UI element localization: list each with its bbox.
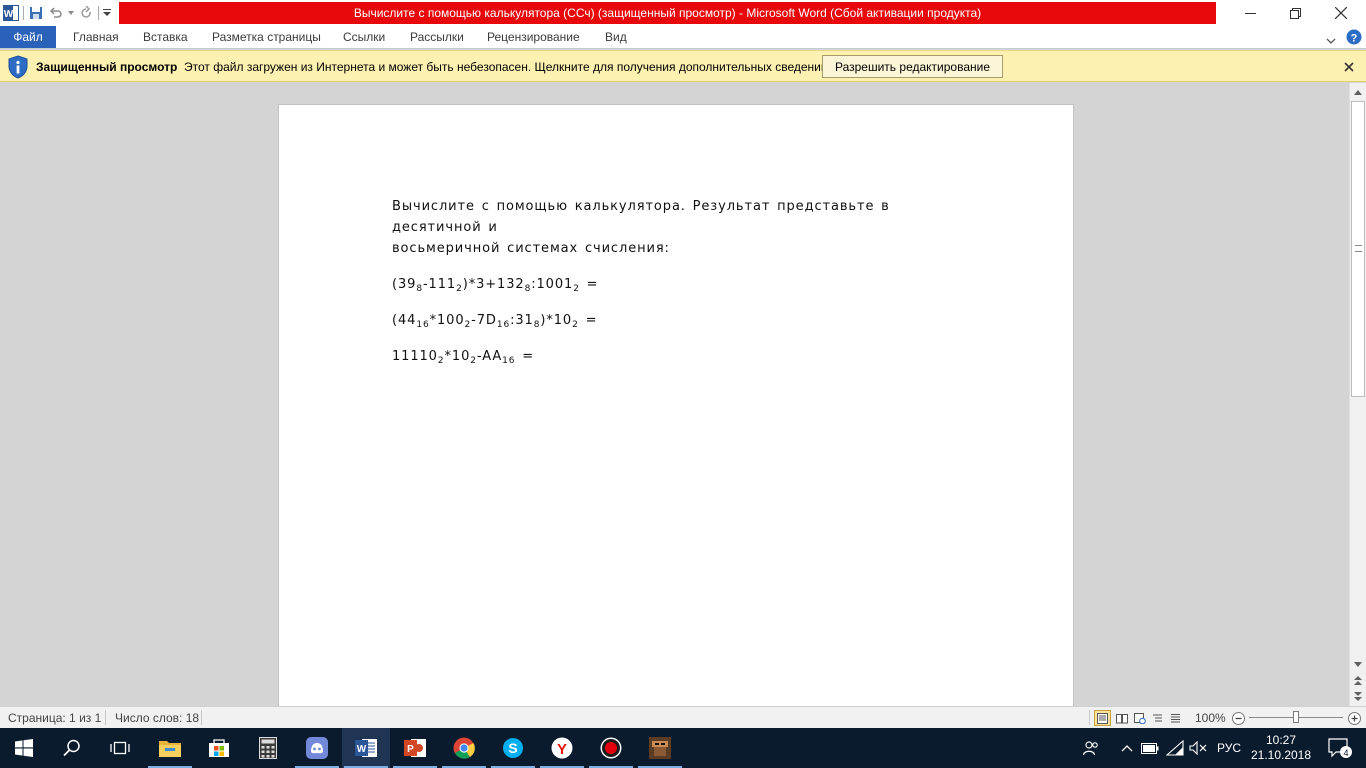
word-icon[interactable]: W — [342, 728, 390, 768]
shield-info-icon — [7, 55, 29, 79]
scrollbar-thumb[interactable] — [1351, 101, 1365, 397]
tab-mailings[interactable]: Рассылки — [410, 26, 464, 48]
expression-2: (4416*1002-7D16:318)*102 = — [392, 313, 598, 330]
instruction-line: Вычислите с помощью калькулятора. Резуль… — [392, 199, 890, 235]
close-button[interactable] — [1318, 0, 1364, 26]
ribbon-tabs: Файл Главная Вставка Разметка страницы С… — [0, 26, 1366, 49]
next-page-icon[interactable] — [1350, 689, 1366, 703]
quick-access-toolbar: W — [0, 0, 112, 26]
customize-qat-icon[interactable] — [102, 4, 112, 22]
clock-time: 10:27 — [1265, 733, 1297, 747]
instruction-line: восьмеричной системах счисления: — [392, 241, 670, 256]
previous-page-icon[interactable] — [1350, 673, 1366, 687]
undo-dropdown-icon[interactable] — [67, 4, 75, 22]
tab-page-layout[interactable]: Разметка страницы — [212, 26, 321, 48]
skype-icon[interactable]: S — [489, 728, 537, 768]
taskbar: W P S Y РУС 10:27 21.10.2018 4 — [0, 728, 1366, 768]
zoom-in-icon[interactable] — [1346, 710, 1362, 726]
chrome-icon[interactable] — [440, 728, 488, 768]
redo-icon[interactable] — [77, 4, 95, 22]
status-separator — [105, 710, 106, 725]
svg-text:S: S — [508, 740, 517, 756]
language-indicator[interactable]: РУС — [1214, 728, 1244, 768]
document-page[interactable]: Вычислите с помощью калькулятора. Резуль… — [278, 104, 1074, 706]
restore-button[interactable] — [1272, 0, 1318, 26]
full-screen-reading-icon[interactable] — [1113, 710, 1130, 726]
zoom-out-icon[interactable] — [1230, 710, 1246, 726]
protected-view-message[interactable]: Этот файл загружен из Интернета и может … — [184, 60, 831, 74]
protected-view-bar[interactable]: Защищенный просмотр Этот файл загружен и… — [0, 50, 1366, 82]
minimize-button[interactable] — [1227, 0, 1273, 26]
svg-text:P: P — [407, 744, 414, 755]
yandex-icon[interactable]: Y — [538, 728, 586, 768]
store-icon[interactable] — [195, 728, 243, 768]
web-layout-icon[interactable] — [1131, 710, 1148, 726]
tab-references[interactable]: Ссылки — [343, 26, 385, 48]
clock[interactable]: 10:27 21.10.2018 — [1250, 728, 1312, 768]
protected-view-title: Защищенный просмотр — [36, 60, 178, 74]
wifi-icon[interactable] — [1164, 728, 1186, 768]
scroll-down-icon[interactable] — [1350, 657, 1366, 671]
help-icon[interactable]: ? — [1346, 29, 1362, 45]
window-title: Вычислите с помощью калькулятора (ССч) (… — [119, 2, 1216, 24]
powerpoint-icon[interactable]: P — [391, 728, 439, 768]
clock-date: 21.10.2018 — [1250, 748, 1312, 762]
svg-text:Y: Y — [557, 741, 567, 758]
discord-icon[interactable] — [293, 728, 341, 768]
expression-1: (398-1112)*3+1328:10012 = — [392, 277, 599, 294]
page-count[interactable]: Страница: 1 из 1 — [8, 711, 101, 725]
instruction-paragraph: Вычислите с помощью калькулятора. Резуль… — [392, 196, 962, 259]
file-explorer-icon[interactable] — [146, 728, 194, 768]
status-bar: Страница: 1 из 1 Число слов: 18 100% — [0, 706, 1366, 728]
calculator-icon[interactable] — [244, 728, 292, 768]
zoom-level[interactable]: 100% — [1195, 711, 1226, 725]
scroll-grip-icon — [1355, 245, 1362, 252]
save-icon[interactable] — [27, 4, 45, 22]
tab-view[interactable]: Вид — [605, 26, 627, 48]
outline-view-icon[interactable] — [1149, 710, 1166, 726]
volume-muted-icon[interactable] — [1188, 728, 1208, 768]
page-content: Вычислите с помощью калькулятора. Резуль… — [392, 196, 962, 367]
expression-3: 111102*102-AA16 = — [392, 349, 535, 366]
word-count[interactable]: Число слов: 18 — [115, 711, 199, 725]
enable-editing-button[interactable]: Разрешить редактирование — [822, 55, 1003, 78]
tab-file[interactable]: Файл — [0, 26, 56, 48]
search-icon[interactable] — [48, 728, 96, 768]
word-app-icon[interactable]: W — [2, 4, 20, 22]
draft-view-icon[interactable] — [1167, 710, 1184, 726]
people-icon[interactable] — [1080, 728, 1102, 768]
ribbon-expand-icon[interactable] — [1326, 31, 1338, 44]
tab-insert[interactable]: Вставка — [143, 26, 188, 48]
zoom-slider-thumb[interactable] — [1293, 711, 1299, 723]
svg-text:W: W — [357, 744, 367, 755]
record-icon[interactable] — [587, 728, 635, 768]
qat-separator — [98, 6, 99, 20]
tab-home[interactable]: Главная — [73, 26, 119, 48]
status-separator — [201, 710, 202, 725]
show-hidden-icons-icon[interactable] — [1118, 728, 1136, 768]
title-bar: W Вычислите с помощью калькулятора (ССч)… — [0, 0, 1366, 26]
game-icon[interactable] — [636, 728, 684, 768]
close-bar-icon[interactable] — [1341, 59, 1357, 75]
svg-text:W: W — [4, 9, 14, 20]
tab-review[interactable]: Рецензирование — [487, 26, 580, 48]
task-view-icon[interactable] — [96, 728, 144, 768]
qat-separator — [23, 6, 24, 20]
svg-text:?: ? — [1351, 33, 1358, 45]
document-area[interactable]: Вычислите с помощью калькулятора. Резуль… — [0, 83, 1349, 706]
print-layout-icon[interactable] — [1094, 710, 1111, 726]
undo-icon[interactable] — [47, 4, 65, 22]
status-separator — [1089, 710, 1090, 725]
scroll-up-icon[interactable] — [1350, 85, 1366, 99]
notifications-icon[interactable]: 4 — [1320, 728, 1360, 768]
vertical-scrollbar[interactable] — [1349, 83, 1366, 706]
notification-count: 4 — [1343, 748, 1348, 758]
battery-icon[interactable] — [1140, 728, 1160, 768]
start-icon[interactable] — [0, 728, 48, 768]
